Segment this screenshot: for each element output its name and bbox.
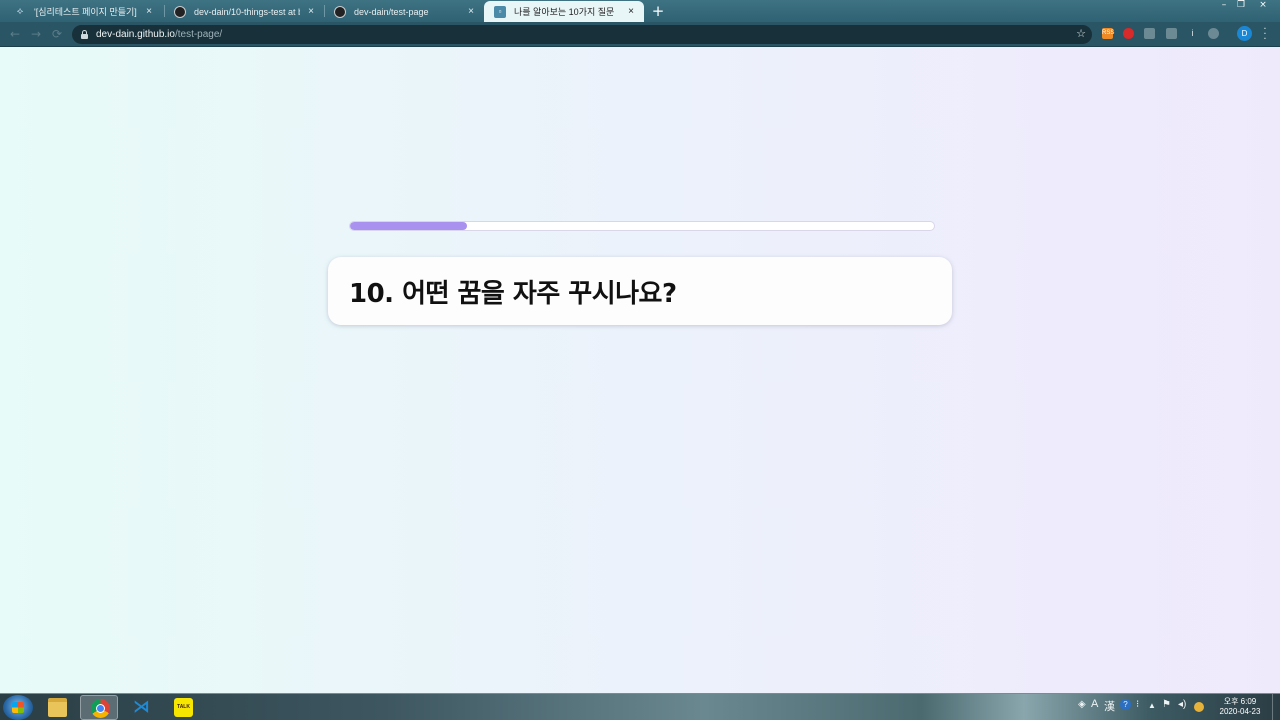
tree-icon: ⟡: [16, 6, 24, 17]
window-close-button[interactable]: ×: [1252, 0, 1274, 12]
github-icon: [334, 5, 346, 18]
hanja-indicator[interactable]: 漢: [1104, 698, 1115, 714]
ime-options-icon[interactable]: ⁝: [1136, 699, 1139, 710]
page-viewport: 10. 어떤 꿈을 자주 꾸시나요?: [0, 47, 1280, 693]
taskbar-kakaotalk[interactable]: TALK: [164, 695, 202, 720]
profile-avatar[interactable]: D: [1237, 26, 1252, 41]
taskbar-file-explorer[interactable]: [38, 695, 76, 720]
lock-icon: [80, 30, 89, 39]
adblock-extension-icon[interactable]: [1123, 28, 1134, 39]
show-hidden-icons-icon[interactable]: ▲: [1148, 701, 1156, 710]
progress-bar: [349, 221, 935, 231]
ime-mode-indicator[interactable]: A: [1091, 698, 1098, 710]
tab-psych-test-blog[interactable]: ⟡ '[심리테스트 페이지 만들기] 5일 ×: [4, 1, 162, 22]
info-extension-icon[interactable]: i: [1187, 28, 1198, 39]
close-icon[interactable]: ×: [466, 6, 476, 17]
forward-button[interactable]: →: [29, 27, 43, 41]
rss-extension-icon[interactable]: RSS: [1102, 28, 1114, 39]
reload-button[interactable]: ⟳: [50, 27, 64, 41]
github-icon: [174, 5, 186, 18]
flag-icon[interactable]: ⚑: [1162, 699, 1171, 710]
url-path: /test-page/: [174, 29, 223, 40]
kakaotalk-icon: TALK: [174, 698, 193, 717]
close-icon[interactable]: ×: [306, 6, 316, 17]
file-explorer-icon: [48, 698, 67, 717]
address-bar[interactable]: dev-dain.github.io/test-page/ ☆: [72, 25, 1092, 44]
tab-10-things-test[interactable]: dev-dain/10-things-test at bcc7 ×: [164, 1, 324, 22]
question-card: 10. 어떤 꿈을 자주 꾸시나요?: [328, 257, 952, 325]
close-icon[interactable]: ×: [626, 6, 636, 17]
close-icon[interactable]: ×: [144, 6, 154, 17]
progress-fill: [350, 222, 467, 230]
tab-label: '[심리테스트 페이지 만들기] 5일: [34, 7, 138, 17]
vscode-icon: ⋊: [133, 697, 150, 717]
mail-extension-icon[interactable]: [1144, 28, 1155, 39]
tab-ten-questions[interactable]: ▫ 나를 알아보는 10가지 질문 ×: [484, 1, 644, 22]
help-icon[interactable]: ?: [1120, 699, 1131, 710]
new-tab-button[interactable]: +: [649, 2, 667, 20]
taskbar-vscode[interactable]: ⋊: [122, 695, 160, 720]
tab-label: 나를 알아보는 10가지 질문: [514, 7, 615, 17]
clock-time: 오후 6:09: [1223, 697, 1257, 706]
taskbar-chrome[interactable]: [80, 695, 118, 720]
browser-toolbar: ← → ⟳ dev-dain.github.io/test-page/ ☆ RS…: [0, 22, 1280, 47]
question-text: 10. 어떤 꿈을 자주 꾸시나요?: [349, 278, 677, 309]
kakaotalk-tray-icon[interactable]: [1194, 702, 1204, 712]
menu-icon[interactable]: · · ·: [1262, 25, 1268, 45]
windows-taskbar: ⋊ TALK ◈ A 漢 ? ⁝ ▲ ⚑ ◂) 오후 6:09 2020-04-…: [0, 693, 1280, 720]
tab-test-page-repo[interactable]: dev-dain/test-page ×: [324, 1, 484, 22]
url-host: dev-dain.github.io: [96, 29, 175, 40]
tab-label: dev-dain/10-things-test at bcc7: [194, 6, 300, 17]
browser-title-bar: ⟡ '[심리테스트 페이지 만들기] 5일 × dev-dain/10-thin…: [0, 0, 1280, 22]
restore-button[interactable]: ❐: [1231, 0, 1251, 12]
volume-icon[interactable]: ◂): [1178, 699, 1186, 710]
clock-date: 2020-04-23: [1219, 707, 1261, 716]
download-extension-icon[interactable]: [1166, 28, 1177, 39]
cast-extension-icon[interactable]: [1208, 28, 1219, 39]
back-button[interactable]: ←: [8, 27, 22, 41]
page-icon: ▫: [494, 5, 506, 18]
star-icon[interactable]: ☆: [1076, 27, 1086, 40]
shield-icon[interactable]: ◈: [1078, 699, 1086, 710]
show-desktop-button[interactable]: [1272, 694, 1280, 720]
tab-label: dev-dain/test-page: [354, 6, 429, 17]
taskbar-clock[interactable]: 오후 6:09 2020-04-23: [1212, 697, 1268, 717]
start-button[interactable]: [3, 695, 33, 720]
chrome-icon: [91, 699, 110, 718]
